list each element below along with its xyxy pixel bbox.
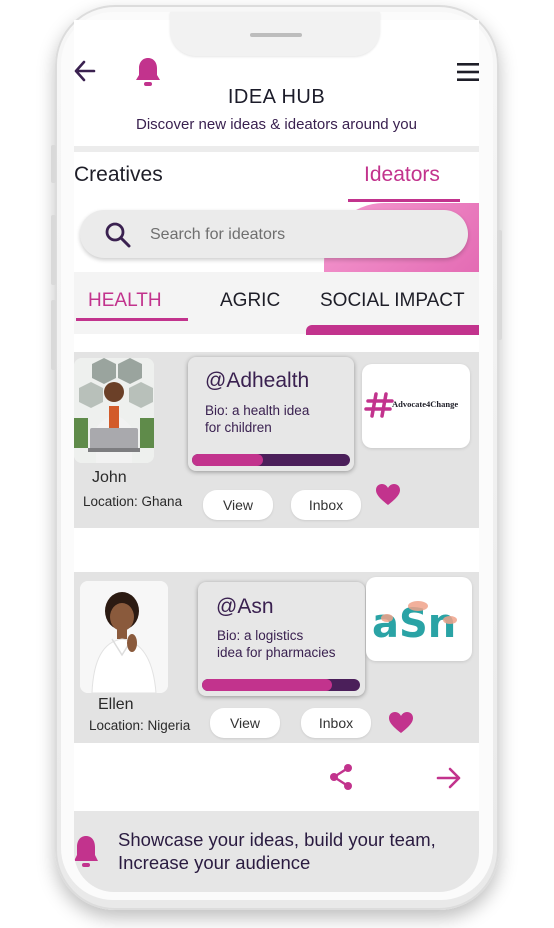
ideator-location: Location: Nigeria (89, 718, 191, 733)
back-arrow-icon[interactable] (74, 58, 98, 84)
idea-logo[interactable]: Advocate4Change (362, 364, 470, 448)
idea-bio: Bio: a health idea for children (205, 403, 310, 435)
avatar[interactable] (74, 358, 154, 463)
tab-creatives[interactable]: Creatives (74, 163, 163, 187)
phone-power-button (497, 230, 502, 340)
tab-active-indicator (348, 199, 460, 202)
search-placeholder: Search for ideators (150, 226, 286, 243)
category-agric[interactable]: AGRIC (220, 290, 280, 312)
bell-icon (74, 836, 98, 867)
ideator-name: Ellen (98, 696, 134, 713)
page-title: IDEA HUB (227, 86, 326, 108)
inbox-button[interactable]: Inbox (291, 490, 361, 520)
share-icon[interactable] (328, 763, 354, 791)
category-health[interactable]: HEALTH (88, 290, 162, 312)
idea-progress-fill (202, 679, 332, 691)
tab-ideators[interactable]: Ideators (364, 163, 440, 187)
category-active-indicator (76, 318, 188, 321)
heart-icon[interactable] (375, 483, 401, 507)
phone-volume-up (51, 215, 56, 285)
idea-logo[interactable]: aSn (366, 577, 472, 661)
idea-bio: Bio: a logistics idea for pharmacies (217, 628, 336, 660)
phone-volume-down (51, 300, 56, 370)
page-subtitle: Discover new ideas & ideators around you (136, 116, 417, 133)
ideator-location: Location: Ghana (83, 494, 183, 509)
idea-progress-bar (202, 679, 360, 691)
avatar[interactable] (80, 581, 168, 693)
footer-tagline: Showcase your ideas, build your team, In… (118, 829, 436, 873)
view-button[interactable]: View (210, 708, 280, 738)
idea-handle: @Asn (216, 595, 274, 618)
view-button[interactable]: View (203, 490, 273, 520)
idea-progress-fill (192, 454, 264, 466)
ideator-name: John (92, 469, 127, 486)
idea-progress-bar (192, 454, 350, 466)
idea-handle: @Adhealth (205, 369, 310, 392)
phone-speaker (250, 33, 302, 37)
header-divider (74, 146, 479, 152)
arrow-right-icon[interactable] (436, 765, 462, 791)
inbox-button[interactable]: Inbox (301, 708, 371, 738)
category-bar-accent (306, 325, 479, 335)
bell-icon[interactable] (134, 56, 162, 88)
idea-logo-text: Advocate4Change (392, 399, 458, 409)
search-icon (105, 222, 131, 248)
category-social-impact[interactable]: SOCIAL IMPACT (320, 290, 465, 312)
heart-icon[interactable] (388, 711, 414, 735)
phone-side-button (51, 145, 56, 183)
app-screen: IDEA HUB Discover new ideas & ideators a… (74, 20, 479, 892)
menu-icon[interactable] (457, 62, 479, 82)
